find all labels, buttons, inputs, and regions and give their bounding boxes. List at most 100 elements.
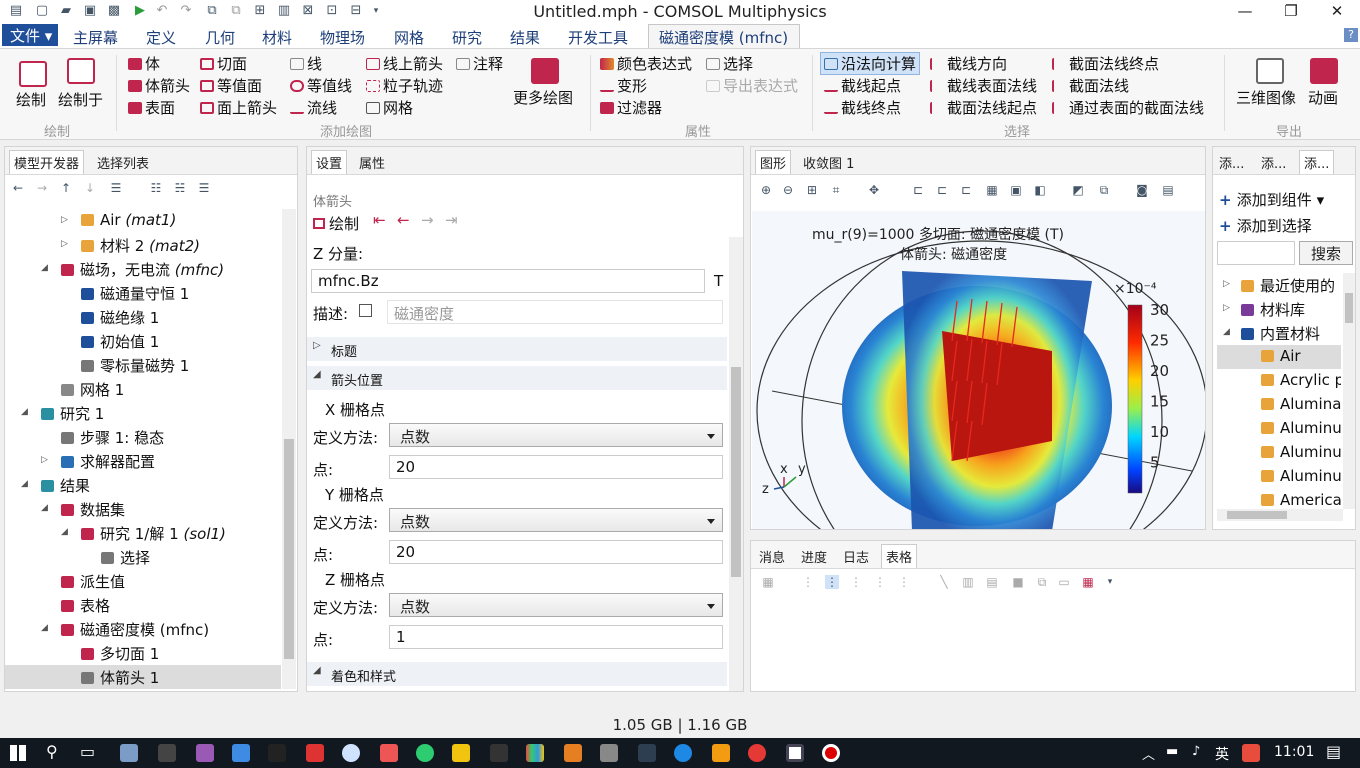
collapse-arrow-icon[interactable]: ◢	[1223, 327, 1230, 337]
help-icon[interactable]: ?	[1344, 28, 1358, 42]
view-axis-icon[interactable]: ✥	[867, 183, 881, 197]
color-expression-button[interactable]: 颜色表达式	[600, 53, 692, 74]
copy-table-icon[interactable]: ⧉	[1035, 575, 1049, 589]
add-to-selection-button[interactable]: + 添加到选择	[1219, 215, 1312, 236]
tree-node[interactable]: ◢ 研究 1/解 1 (sol1)	[5, 521, 281, 545]
expand-arrow-icon[interactable]: ▷	[1223, 303, 1230, 313]
arrow-volume-button[interactable]: 体箭头	[128, 75, 190, 96]
precision-icon[interactable]: ⋮	[801, 575, 815, 589]
tab-materials[interactable]: 材料	[262, 27, 292, 48]
collapse-arrow-icon[interactable]: ◢	[41, 623, 48, 633]
close-button[interactable]: ✕	[1314, 0, 1360, 24]
yz-view-icon[interactable]: ⊏	[935, 183, 949, 197]
zoom-in-icon[interactable]: ⊕	[759, 183, 773, 197]
material-hscrollbar[interactable]	[1217, 509, 1343, 521]
plot-in-button[interactable]: 绘制于	[58, 89, 103, 110]
arrow-surface-button[interactable]: 面上箭头	[200, 97, 277, 118]
select-box-icon[interactable]: ⧉	[1097, 183, 1111, 197]
window-icon[interactable]: ▭	[1057, 575, 1071, 589]
matlab-icon[interactable]	[564, 744, 582, 762]
tray-up-icon[interactable]: ︿	[1142, 744, 1155, 763]
folder-icon[interactable]	[452, 744, 470, 762]
app-icon-9[interactable]	[416, 744, 434, 762]
tab-graphics[interactable]: 图形	[755, 150, 792, 174]
animation-button[interactable]: 动画	[1308, 87, 1338, 108]
cut-line-start-button[interactable]: 截线起点	[824, 75, 901, 96]
app-icon-1[interactable]	[120, 744, 138, 762]
z-method-select[interactable]: 点数	[389, 593, 723, 617]
tab-add-1[interactable]: 添...	[1215, 151, 1248, 174]
app-icon-4[interactable]	[232, 744, 250, 762]
app-icon-6[interactable]	[306, 744, 324, 762]
back-arrow-icon[interactable]: ←	[11, 181, 25, 195]
more-plots-button[interactable]: 更多绘图	[513, 87, 573, 108]
expand-icon[interactable]: ☵	[173, 181, 187, 195]
app-icon-11[interactable]	[526, 744, 544, 762]
scene-light-icon[interactable]: ◧	[1033, 183, 1047, 197]
tree-options-icon[interactable]: ☰	[197, 181, 211, 195]
tab-definitions[interactable]: 定义	[146, 27, 176, 48]
task-view-icon[interactable]: ▭	[80, 742, 95, 761]
print-icon[interactable]: ▤	[1161, 183, 1175, 197]
settings-scroll-thumb[interactable]	[731, 367, 741, 577]
forward-arrow-icon[interactable]: →	[35, 181, 49, 195]
tree-node[interactable]: ▷ 材料 2 (mat2)	[5, 233, 281, 257]
collapse-icon[interactable]: ☷	[149, 181, 163, 195]
grid-icon[interactable]: ▦	[985, 183, 999, 197]
tree-node[interactable]: 初始值 1	[5, 329, 281, 353]
app-icon-12[interactable]	[600, 744, 618, 762]
y-method-select[interactable]: 点数	[389, 508, 723, 532]
collapse-arrow-icon[interactable]: ◢	[61, 527, 68, 537]
app-icon-3[interactable]	[196, 744, 214, 762]
app-icon-7[interactable]	[342, 744, 360, 762]
cut-plane-normal-end-button[interactable]: 截面法线终点	[1052, 53, 1159, 74]
tab-table[interactable]: 表格	[881, 544, 918, 568]
tree-node[interactable]: 多切面 1	[5, 641, 281, 665]
cut-line-end-button[interactable]: 截线终点	[824, 97, 901, 118]
tray-keyboard-icon[interactable]: ▬	[1166, 744, 1178, 759]
x-points-input[interactable]: 20	[389, 455, 723, 479]
tree-node[interactable]: ▷ 求解器配置	[5, 449, 281, 473]
section-title[interactable]: ▷ 标题	[307, 337, 727, 361]
surface-plot-button[interactable]: 表面	[128, 97, 175, 118]
record-icon[interactable]	[822, 744, 840, 762]
table-options-icon[interactable]: ▦	[1081, 575, 1095, 589]
clear-icon[interactable]: ╲	[937, 575, 951, 589]
x-method-select[interactable]: 点数	[389, 423, 723, 447]
tab-progress[interactable]: 进度	[797, 545, 831, 568]
cut-plane-normal-button[interactable]: 截面法线	[1052, 75, 1129, 96]
table-surface-icon[interactable]: ■	[1011, 575, 1025, 589]
evaluate-along-normal-button[interactable]: 沿法向计算	[820, 52, 921, 75]
material-tree-node[interactable]: Air	[1217, 345, 1341, 369]
material-tree-node[interactable]: ▷ 材料库	[1217, 297, 1341, 321]
export-expressions-button[interactable]: 导出表达式	[706, 75, 798, 96]
chrome-icon[interactable]	[748, 744, 766, 762]
slice-plot-button[interactable]: 切面	[200, 53, 247, 74]
description-input[interactable]: 磁通密度	[387, 300, 723, 324]
cut-plane-normal-start-button[interactable]: 截面法线起点	[930, 97, 1037, 118]
material-tree-node[interactable]: Acrylic p	[1217, 369, 1341, 393]
minimize-button[interactable]: —	[1222, 0, 1268, 24]
add-to-component-button[interactable]: + 添加到组件 ▾	[1219, 189, 1324, 210]
collapse-arrow-icon[interactable]: ◢	[21, 407, 28, 417]
tree-node[interactable]: 体箭头 1	[5, 665, 281, 689]
auto-notation-icon[interactable]: ⋮	[849, 575, 863, 589]
tab-study[interactable]: 研究	[452, 27, 482, 48]
tree-node[interactable]: 磁通量守恒 1	[5, 281, 281, 305]
material-tree-node[interactable]: ▷ 最近使用的	[1217, 273, 1341, 297]
tab-log[interactable]: 日志	[839, 545, 873, 568]
app-icon-2[interactable]	[158, 744, 176, 762]
plot-canvas[interactable]: mu_r(9)=1000 多切面: 磁通密度模 (T) 体箭头: 磁通密度 ×1…	[752, 211, 1206, 530]
tab-developer[interactable]: 开发工具	[568, 27, 628, 48]
material-tree-node[interactable]: Aluminu	[1217, 465, 1341, 489]
tree-node[interactable]: ◢ 结果	[5, 473, 281, 497]
image-3d-button[interactable]: 三维图像	[1236, 87, 1296, 108]
tree-node[interactable]: ◢ 研究 1	[5, 401, 281, 425]
filter-button[interactable]: 过滤器	[600, 97, 662, 118]
tab-flux-density-plot[interactable]: 磁通密度模 (mfnc)	[648, 24, 800, 48]
tree-node[interactable]: 零标量磁势 1	[5, 353, 281, 377]
clock[interactable]: 11:01	[1274, 744, 1314, 760]
tab-messages[interactable]: 消息	[755, 545, 789, 568]
z-component-input[interactable]: mfnc.Bz	[311, 269, 705, 293]
first-icon[interactable]: ⇤	[373, 211, 386, 229]
